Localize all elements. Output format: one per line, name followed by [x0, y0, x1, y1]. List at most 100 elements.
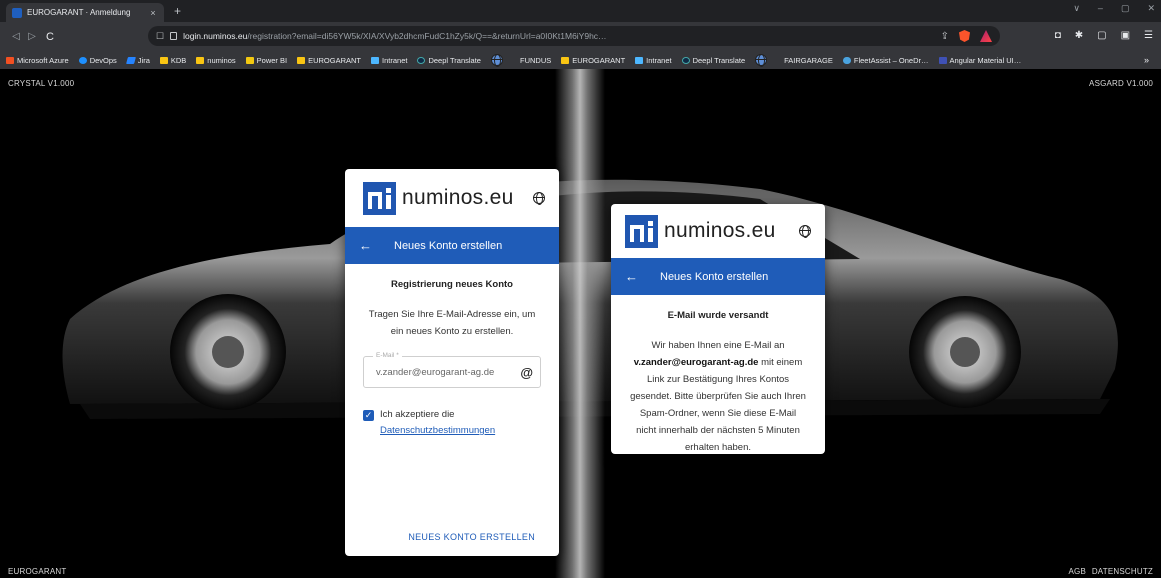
language-globe-icon[interactable] [533, 192, 545, 205]
tab-search-icon[interactable]: ∨ [1073, 3, 1080, 14]
browser-window: EUROGARANT · Anmeldung × + ∨ – ▢ ✕ ◁ ▷ C… [0, 0, 1161, 578]
registration-card: numinos.eu ← Neues Konto erstellen Regis… [345, 169, 559, 556]
maximize-button[interactable]: ▢ [1121, 3, 1130, 14]
bookmark-item[interactable]: KDB [159, 56, 186, 65]
close-window-button[interactable]: ✕ [1147, 3, 1155, 14]
bookmark-item[interactable]: Power BI [245, 55, 288, 65]
bookmark-item[interactable]: FAIRGARAGE [755, 54, 833, 67]
minimize-button[interactable]: – [1098, 3, 1103, 14]
bookmark-label: EUROGARANT [308, 55, 362, 65]
email-field[interactable]: E-Mail * v.zander@eurogarant-ag.de @ [363, 352, 541, 388]
email-input[interactable]: v.zander@eurogarant-ag.de [376, 367, 520, 378]
bookmark-item[interactable]: EUROGARANT [561, 56, 625, 65]
new-tab-button[interactable]: + [174, 3, 181, 19]
bookmark-item[interactable]: FUNDUS [490, 54, 552, 67]
footer-privacy-link[interactable]: DATENSCHUTZ [1092, 567, 1153, 576]
privacy-checkbox[interactable]: ✓ [363, 410, 374, 421]
address-bar[interactable]: ☐ login.numinos.eu/registration?email=di… [148, 26, 1000, 46]
bookmark-page-icon[interactable]: ☐ [156, 31, 164, 42]
brand-header: numinos.eu [345, 169, 559, 227]
bookmark-item[interactable]: FleetAssist – OneDr… [842, 55, 929, 65]
footer-agb-link[interactable]: AGB [1069, 567, 1087, 576]
share-icon[interactable]: ⇪ [941, 31, 949, 42]
intranet-icon [635, 56, 644, 64]
appbar-title: Neues Konto erstellen [660, 270, 769, 283]
bookmark-item[interactable]: numinos [196, 55, 236, 65]
consent-label: Ich akzeptiere die [380, 409, 455, 420]
bookmark-item[interactable]: Microsoft Azure [6, 56, 69, 65]
create-account-button[interactable]: NEUES KONTO ERSTELLEN [408, 532, 535, 542]
bookmark-label: FAIRGARAGE [784, 55, 833, 65]
email-label: E-Mail * [373, 352, 402, 359]
bookmark-item[interactable]: DevOps [78, 56, 117, 65]
brave-rewards-icon[interactable] [980, 30, 992, 42]
tab-strip: EUROGARANT · Anmeldung × + ∨ – ▢ ✕ [0, 0, 1161, 22]
extension-icon[interactable]: ◘ [1055, 30, 1061, 41]
card-instructions: Tragen Sie Ihre E-Mail-Adresse ein, um e… [368, 309, 536, 337]
email-address: v.zander@eurogarant-ag.de [633, 357, 759, 368]
deepl-icon [681, 56, 690, 64]
brand-name: numinos.eu [402, 186, 514, 209]
back-button[interactable]: ◁ [8, 31, 24, 42]
back-arrow-icon[interactable]: ← [359, 238, 372, 253]
privacy-policy-link[interactable]: Datenschutzbestimmungen [380, 423, 495, 439]
url-text[interactable]: login.numinos.eu/registration?email=di56… [183, 31, 935, 41]
text-before: Wir haben Ihnen eine E-Mail an [651, 340, 785, 351]
bookmarks-overflow-button[interactable]: » [1144, 55, 1149, 65]
devops-icon [78, 56, 87, 64]
bookmark-label: Angular Material UI… [949, 55, 1022, 65]
bookmark-item[interactable]: Deepl Translate [681, 55, 746, 65]
wallet-icon[interactable]: ▣ [1121, 30, 1130, 41]
bookmark-label: FleetAssist – OneDr… [853, 55, 929, 65]
bookmark-item[interactable]: EUROGARANT [297, 56, 361, 65]
back-arrow-icon[interactable]: ← [625, 269, 638, 284]
at-sign-icon: @ [520, 364, 533, 380]
browser-toolbar: ◁ ▷ C ☐ login.numinos.eu/registration?em… [0, 22, 1161, 51]
bookmark-label: numinos [207, 55, 236, 65]
lock-icon[interactable] [170, 32, 178, 40]
confirmation-text: Wir haben Ihnen eine E-Mail an v.zander@… [629, 337, 807, 454]
folder-icon [297, 56, 306, 64]
text-after: mit einem Link zur Bestätigung Ihres Kon… [630, 357, 806, 453]
azure-icon [6, 56, 14, 64]
bookmark-label: Deepl Translate [428, 55, 481, 65]
card-heading: Registrierung neues Konto [391, 279, 513, 290]
bookmark-label: FUNDUS [519, 55, 552, 65]
window-controls: ∨ – ▢ ✕ [1073, 3, 1155, 14]
bookmark-label: Deepl Translate [692, 55, 746, 65]
reload-button[interactable]: C [42, 31, 58, 43]
powerbi-icon [245, 56, 254, 64]
url-path: /registration?email=di56YW5k/XIA/XVyb2dh… [247, 31, 607, 41]
brand-name: numinos.eu [664, 219, 776, 242]
bookmark-item[interactable]: Intranet [371, 56, 407, 65]
bookmark-label: Microsoft Azure [17, 55, 69, 65]
card-appbar: ← Neues Konto erstellen [345, 227, 559, 264]
url-host: login.numinos.eu [183, 31, 248, 41]
forward-button[interactable]: ▷ [24, 31, 40, 42]
bookmark-item[interactable]: Angular Material UI… [938, 55, 1022, 65]
split-divider [555, 69, 605, 578]
extensions-puzzle-icon[interactable]: ✱ [1075, 30, 1083, 41]
sidebar-icon[interactable]: ▢ [1097, 30, 1106, 41]
tab-anmeldung[interactable]: EUROGARANT · Anmeldung × [6, 3, 164, 22]
bookmark-item[interactable]: Jira [125, 55, 150, 65]
brave-shields-icon[interactable] [959, 30, 970, 42]
bookmark-item[interactable]: Deepl Translate [417, 56, 481, 65]
close-icon[interactable]: × [148, 8, 158, 18]
menu-icon[interactable]: ☰ [1144, 30, 1153, 41]
bookmark-item[interactable]: Intranet [635, 56, 672, 65]
globe-icon [755, 54, 768, 67]
angular-icon [938, 56, 947, 64]
bookmark-label: Intranet [382, 55, 408, 65]
language-globe-icon[interactable] [799, 225, 811, 238]
intranet-icon [371, 56, 380, 64]
bookmark-label: Power BI [256, 55, 288, 65]
confirmation-card: numinos.eu ← Neues Konto erstellen E-Mai… [611, 204, 825, 454]
cloud-icon [842, 56, 851, 64]
version-right: ASGARD V1.000 [1089, 79, 1153, 88]
globe-icon [490, 54, 503, 67]
bookmarks-bar: Microsoft Azure DevOps Jira KDB numinos Power… [0, 51, 1161, 69]
folder-icon [196, 56, 205, 64]
bookmark-label: Jira [137, 55, 150, 65]
eurogarant-favicon-icon [12, 7, 22, 18]
